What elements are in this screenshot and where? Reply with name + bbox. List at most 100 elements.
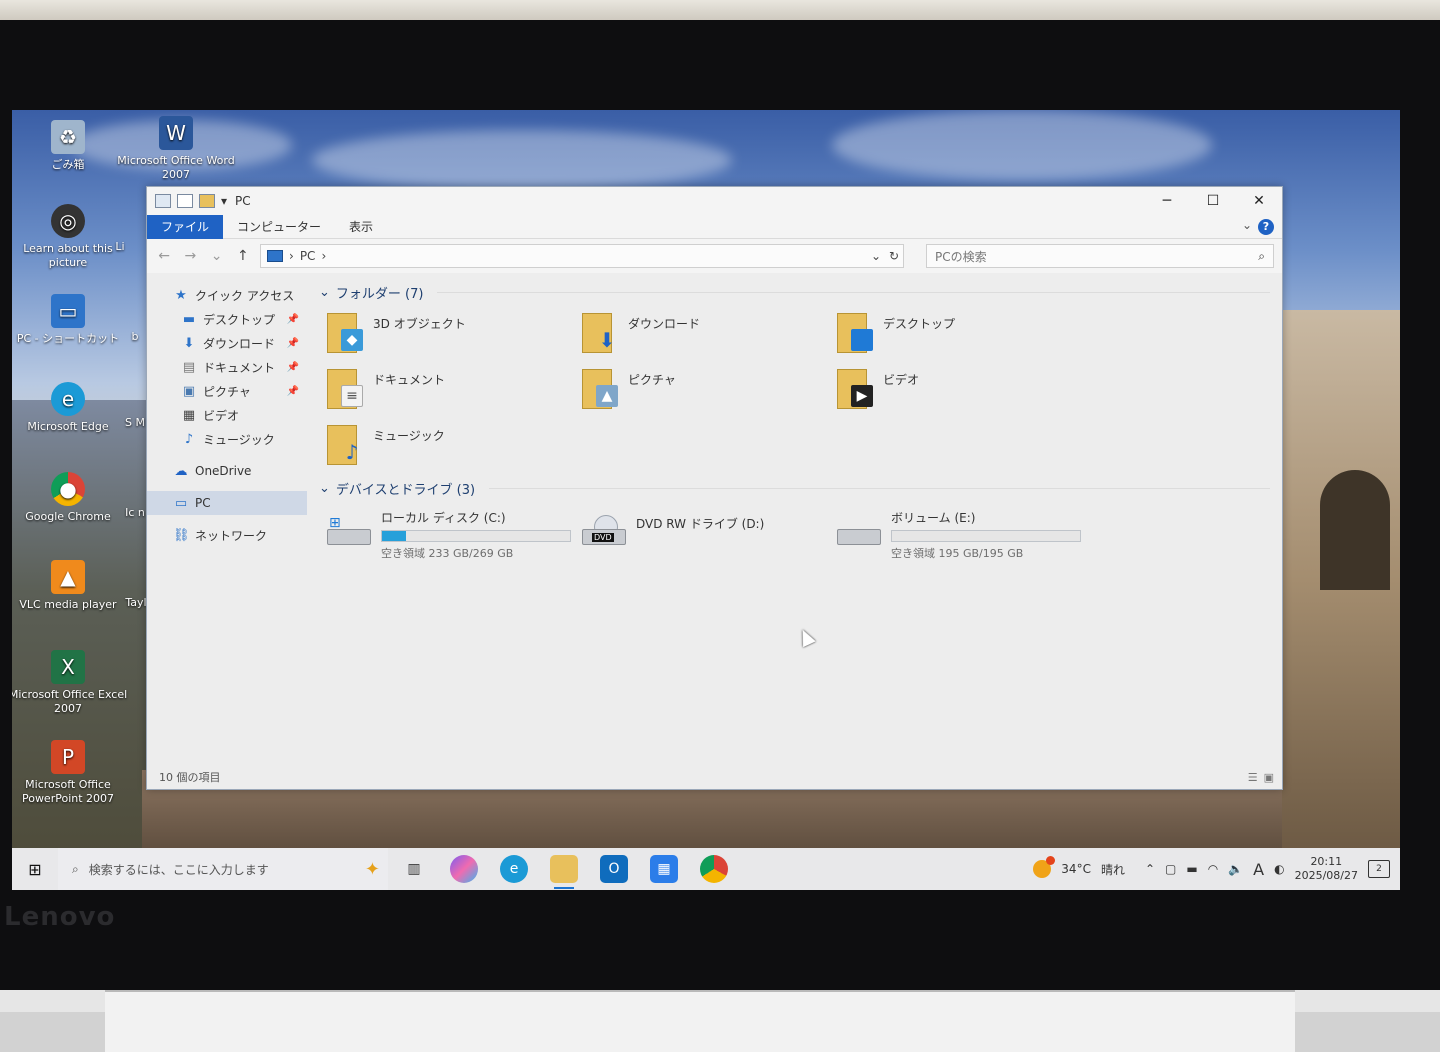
weather-icon[interactable] [1033, 856, 1056, 878]
store-icon[interactable]: ▦ [650, 855, 678, 883]
title-bar[interactable]: ▾ PC ─ ☐ ✕ [147, 187, 1282, 215]
drive-e[interactable]: ボリューム (E:) 空き領域 195 GB/195 GB [837, 509, 1092, 561]
chevron-up-icon[interactable]: ⌃ [1145, 862, 1155, 876]
refresh-icon[interactable]: ↻ [889, 249, 899, 263]
search-icon[interactable]: ⌕ [1258, 249, 1265, 264]
copilot-sparkle-icon[interactable]: ✦ [365, 859, 380, 880]
laptop-base [0, 990, 1440, 1052]
chevron-down-icon: ⌄ [319, 480, 330, 496]
folder-downloads[interactable]: ⬇ ダウンロード [582, 311, 837, 357]
copilot-icon[interactable] [450, 855, 478, 883]
battery-icon[interactable]: ▬ [1186, 862, 1197, 876]
wifi-icon[interactable]: ◠ [1208, 862, 1218, 876]
nav-item-downloads[interactable]: ⬇ ダウンロード 📌 [147, 331, 307, 355]
nav-item-pc[interactable]: ▭ PC [147, 491, 307, 515]
forward-button[interactable]: → [181, 248, 199, 264]
nav-item-network[interactable]: ⛓ ネットワーク [147, 523, 307, 547]
tab-computer[interactable]: コンピューター [223, 215, 335, 239]
pin-icon[interactable]: 📌 [287, 338, 299, 349]
meet-now-icon[interactable]: ▢ [1165, 862, 1176, 876]
desktop-icon-learn-picture[interactable]: ◎ Learn about this picture [12, 204, 128, 270]
desktop-icon-vlc[interactable]: ▲ VLC media player [12, 560, 128, 612]
nav-item-pictures[interactable]: ▣ ピクチャ 📌 [147, 379, 307, 403]
expand-ribbon-icon[interactable]: ⌄ [1242, 218, 1252, 232]
folders-grid: ◆ 3D オブジェクト ⬇ ダウンロード デスクトップ ≡ ドキュメント ▲ ピ… [327, 311, 1270, 469]
edge-icon[interactable]: e [500, 855, 528, 883]
folder-desktop[interactable]: デスクトップ [837, 311, 1092, 357]
tab-file[interactable]: ファイル [147, 214, 224, 239]
chrome-icon[interactable] [700, 855, 728, 883]
desktop-icon-powerpoint[interactable]: P Microsoft Office PowerPoint 2007 [12, 740, 128, 806]
chevron-down-icon: ⌄ [319, 284, 330, 300]
desktop-screen: ♻ ごみ箱 W Microsoft Office Word 2007 ◎ Lea… [12, 110, 1400, 890]
weather-text[interactable]: 晴れ [1101, 861, 1125, 878]
desktop-icon-chrome[interactable]: ● Google Chrome [12, 472, 128, 524]
folder-music[interactable]: ♪ ミュージック [327, 423, 582, 469]
folder-pictures[interactable]: ▲ ピクチャ [582, 367, 837, 413]
taskbar-search-input[interactable]: ⌕ 検索するには、ここに入力します ✦ [58, 848, 388, 890]
desktop-icon [837, 311, 873, 353]
nav-item-music[interactable]: ♪ ミュージック [147, 427, 307, 451]
customize-toolbar-chevron-icon[interactable]: ▾ [221, 194, 227, 208]
drive-usage-fill [382, 531, 407, 541]
folder-videos[interactable]: ▶ ビデオ [837, 367, 1092, 413]
drive-c[interactable]: ⊞ ローカル ディスク (C:) 空き領域 233 GB/269 GB [327, 509, 582, 561]
properties-icon[interactable] [177, 194, 193, 208]
search-placeholder: PCの検索 [935, 249, 987, 264]
nav-item-desktop[interactable]: ▬ デスクトップ 📌 [147, 307, 307, 331]
pc-icon: ▭ [174, 495, 188, 511]
maximize-button[interactable]: ☐ [1190, 187, 1236, 215]
search-input[interactable]: PCの検索 ⌕ [926, 244, 1274, 268]
ime-indicator[interactable]: A [1253, 860, 1264, 879]
clock[interactable]: 20:11 2025/08/27 [1295, 855, 1358, 883]
up-button[interactable]: ↑ [234, 248, 252, 264]
drive-label: ボリューム (E:) [891, 511, 976, 525]
weather-temperature[interactable]: 34°C [1061, 862, 1091, 876]
nav-item-onedrive[interactable]: ☁ OneDrive [147, 459, 307, 483]
document-icon: ≡ [327, 367, 363, 409]
outlook-icon[interactable]: O [600, 855, 628, 883]
desktop-icon-excel[interactable]: X Microsoft Office Excel 2007 [12, 650, 128, 716]
desktop-icon-partial[interactable]: Li [100, 240, 140, 254]
desktop-icon-recycle-bin[interactable]: ♻ ごみ箱 [12, 120, 128, 172]
ime-mode-icon[interactable]: ◐ [1274, 862, 1284, 876]
close-button[interactable]: ✕ [1236, 187, 1282, 215]
breadcrumb-pc[interactable]: PC [300, 249, 316, 263]
desktop-icon-edge[interactable]: e Microsoft Edge [12, 382, 128, 434]
start-button[interactable]: ⊞ [12, 860, 58, 879]
pin-icon[interactable]: 📌 [287, 386, 299, 397]
pc-icon [155, 194, 171, 208]
folder-documents[interactable]: ≡ ドキュメント [327, 367, 582, 413]
nav-item-videos[interactable]: ▦ ビデオ [147, 403, 307, 427]
help-icon[interactable]: ? [1258, 219, 1274, 235]
details-view-icon[interactable]: ☰ [1248, 771, 1258, 784]
minimize-button[interactable]: ─ [1144, 187, 1190, 215]
chrome-icon: ● [51, 472, 85, 506]
nav-item-quick-access[interactable]: ★ クイック アクセス [147, 283, 307, 307]
folders-group-header[interactable]: ⌄ フォルダー (7) [319, 281, 1270, 303]
video-icon: ▶ [837, 367, 873, 409]
recent-locations-icon[interactable]: ⌄ [208, 248, 226, 264]
desktop-icon-pc-shortcut[interactable]: ▭ PC - ショートカット [12, 294, 128, 346]
document-icon: ▤ [182, 359, 196, 375]
address-bar[interactable]: › PC › ⌄ ↻ [260, 244, 904, 268]
camera-icon: ◎ [51, 204, 85, 238]
tab-view[interactable]: 表示 [335, 215, 387, 239]
local-disk-icon: ⊞ [327, 515, 371, 551]
desktop-icon-word[interactable]: W Microsoft Office Word 2007 [116, 116, 236, 182]
file-explorer-icon[interactable] [550, 855, 578, 889]
large-icons-view-icon[interactable]: ▣ [1264, 771, 1274, 784]
pin-icon[interactable]: 📌 [287, 362, 299, 373]
notification-center-icon[interactable]: 2 [1368, 860, 1390, 878]
nav-item-documents[interactable]: ▤ ドキュメント 📌 [147, 355, 307, 379]
address-dropdown-icon[interactable]: ⌄ [871, 249, 881, 263]
volume-icon[interactable]: 🔈 [1228, 862, 1243, 876]
pin-icon[interactable]: 📌 [287, 314, 299, 325]
drive-d[interactable]: DVD DVD RW ドライブ (D:) [582, 509, 837, 561]
back-button[interactable]: ← [155, 248, 173, 264]
folder-3d-objects[interactable]: ◆ 3D オブジェクト [327, 311, 582, 357]
new-folder-icon[interactable] [199, 194, 215, 208]
drives-group-header[interactable]: ⌄ デバイスとドライブ (3) [319, 477, 1270, 499]
powerpoint-icon: P [51, 740, 85, 774]
task-view-icon[interactable]: ▥ [400, 855, 428, 883]
